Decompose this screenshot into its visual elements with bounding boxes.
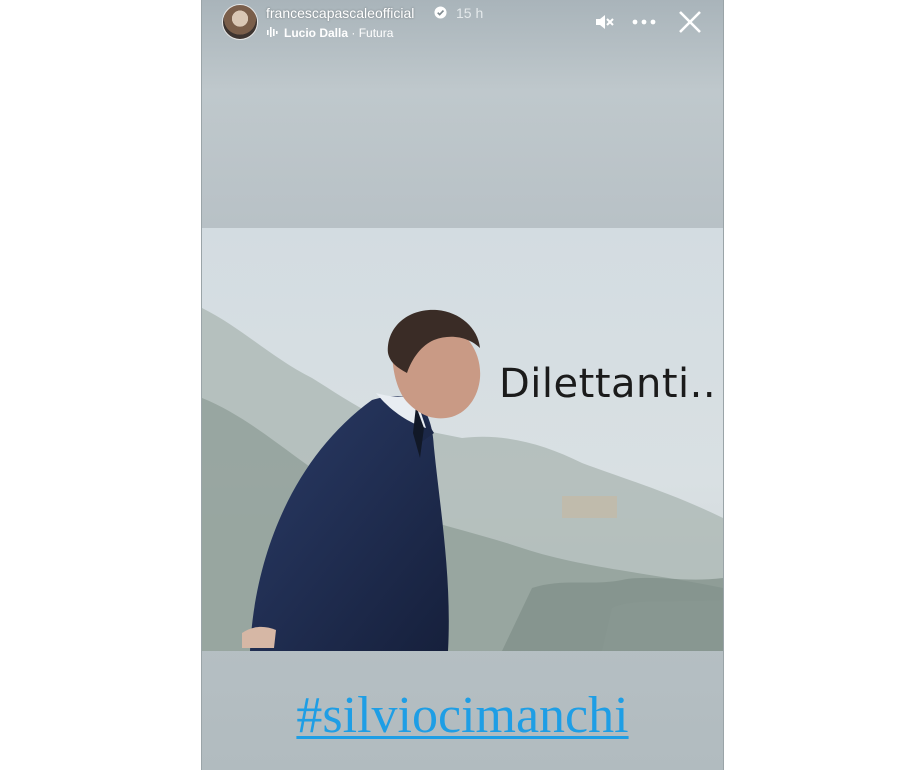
more-icon xyxy=(632,19,656,25)
story-header: francescapascaleofficial 15 h Lucio Dall… xyxy=(202,0,723,50)
story-photo-illustration xyxy=(202,228,723,651)
music-song: Futura xyxy=(358,26,394,40)
mute-icon xyxy=(596,15,614,29)
story-music-label[interactable]: Lucio Dalla · Futura xyxy=(284,26,393,40)
music-artist: Lucio Dalla xyxy=(284,26,349,40)
story-photo: Dilettanti.. xyxy=(202,228,723,651)
mute-button[interactable] xyxy=(590,8,618,36)
profile-avatar[interactable] xyxy=(222,4,258,40)
close-button[interactable] xyxy=(676,8,704,36)
story-timestamp: 15 h xyxy=(456,5,484,21)
hashtag-link[interactable]: #silviocimanchi xyxy=(202,686,723,745)
verified-badge-icon xyxy=(434,6,447,19)
more-options-button[interactable] xyxy=(630,8,658,36)
close-icon xyxy=(679,11,701,33)
photo-caption-text: Dilettanti.. xyxy=(499,361,717,407)
story-viewer: francescapascaleofficial 15 h Lucio Dall… xyxy=(201,0,724,770)
story-username[interactable]: francescapascaleofficial xyxy=(266,5,414,21)
music-separator: · xyxy=(348,26,359,40)
music-bars-icon xyxy=(267,27,278,37)
